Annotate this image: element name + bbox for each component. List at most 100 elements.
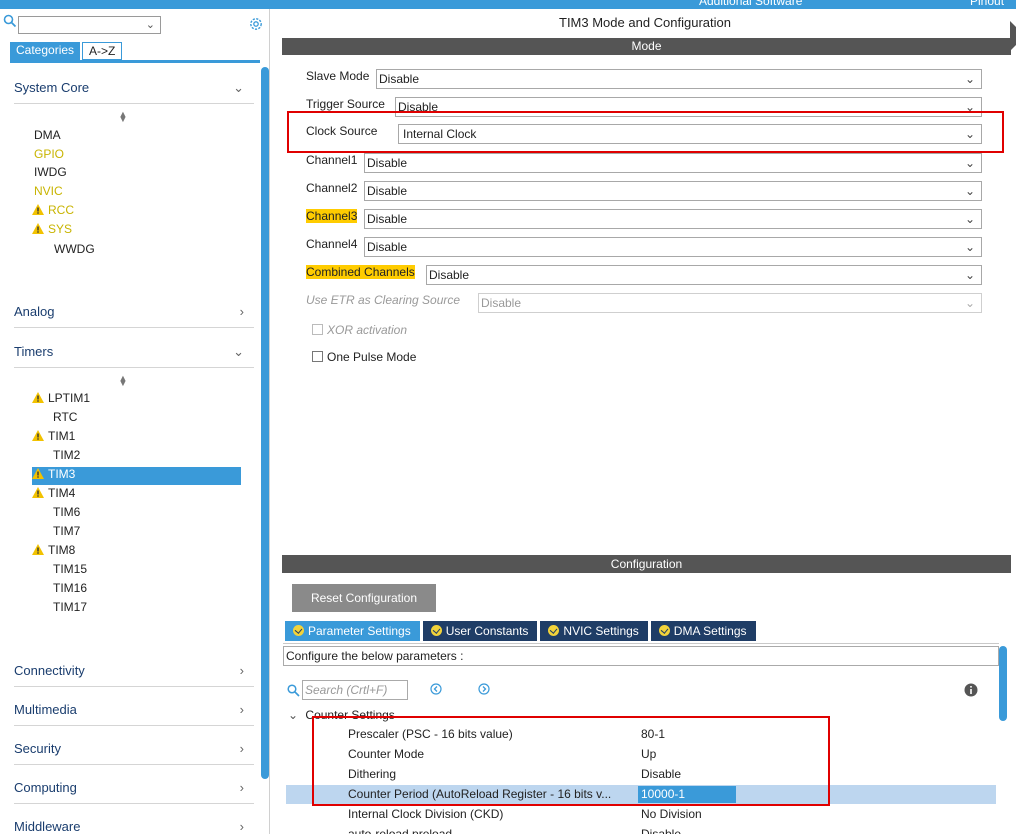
item-label: LPTIM1 [48,391,91,405]
channel1-value: Disable [367,156,408,170]
channel1-select[interactable]: Disable ⌄ [364,153,982,173]
search-icon[interactable] [3,14,17,28]
item-label: RCC [48,203,74,217]
sort-icon[interactable]: ▲ ▼ [118,110,128,124]
param-value[interactable]: Up [641,745,656,764]
sidebar-item-tim3[interactable]: TIM3 [32,467,241,485]
tab-additional-software[interactable]: Additional Software [699,0,802,8]
tab-parameter-settings[interactable]: Parameter Settings [285,621,420,641]
param-row-counter-mode[interactable]: Counter Mode Up [286,745,996,764]
tab-label: DMA Settings [673,624,747,638]
check-circle-icon [430,625,442,636]
tab-pinout[interactable]: Pinout [970,0,1004,8]
tab-a-to-z[interactable]: A->Z [82,42,123,60]
param-row-clock-division[interactable]: Internal Clock Division (CKD) No Divisio… [286,805,996,824]
xor-activation-label: XOR activation [327,323,408,337]
param-row-prescaler[interactable]: Prescaler (PSC - 16 bits value) 80-1 [286,725,996,744]
channel4-select[interactable]: Disable ⌄ [364,237,982,257]
tab-label: NVIC Settings [563,624,639,638]
slave-mode-label: Slave Mode [306,69,370,83]
chevron-down-icon: ⌄ [288,708,299,722]
param-row-dithering[interactable]: Dithering Disable [286,765,996,784]
divider [14,725,254,726]
clock-source-value: Internal Clock [403,127,477,141]
chevron-down-icon: ⌄ [964,240,975,254]
sidebar-item-tim15[interactable]: TIM15 [53,562,87,580]
group-security[interactable]: Security › [14,741,244,763]
clock-source-select[interactable]: Internal Clock ⌄ [398,124,982,144]
sidebar-item-tim16[interactable]: TIM16 [53,581,87,599]
tab-user-constants[interactable]: User Constants [422,621,538,641]
trigger-source-select[interactable]: Disable ⌄ [395,97,982,117]
param-value-input[interactable]: 10000-1 [638,786,736,803]
next-match-icon[interactable] [478,683,490,695]
chevron-down-icon: ⌄ [964,127,975,141]
sidebar-item-iwdg[interactable]: IWDG [34,165,67,183]
param-row-auto-reload-preload[interactable]: auto-reload preload Disable [286,825,996,834]
sidebar-item-tim17[interactable]: TIM17 [53,600,87,618]
sidebar-item-gpio[interactable]: GPIO [34,147,64,165]
channel2-select[interactable]: Disable ⌄ [364,181,982,201]
group-analog[interactable]: Analog › [14,304,244,326]
param-name: Dithering [348,767,397,781]
param-row-counter-period[interactable]: Counter Period (AutoReload Register - 16… [286,785,996,804]
group-timers[interactable]: Timers ⌄ [14,344,244,366]
channel4-row: Channel4 Disable ⌄ [306,237,982,257]
group-label: Security [14,741,61,756]
group-computing[interactable]: Computing › [14,780,244,802]
combined-channels-select[interactable]: Disable ⌄ [426,265,982,285]
tab-nvic-settings[interactable]: NVIC Settings [540,621,648,641]
chevron-right-icon: › [239,304,244,319]
search-dropdown[interactable]: ⌄ [18,16,161,34]
sidebar-item-tim7[interactable]: TIM7 [53,524,80,542]
sidebar-item-wwdg[interactable]: WWDG [54,242,95,260]
sidebar-scrollbar[interactable] [261,67,269,779]
slave-mode-select[interactable]: Disable ⌄ [376,69,982,89]
parameter-search-input[interactable]: Search (Crtl+F) [302,680,408,700]
group-label: System Core [14,80,90,95]
param-value[interactable]: No Division [641,805,702,824]
checkbox-box[interactable] [312,351,323,362]
group-multimedia[interactable]: Multimedia › [14,702,244,724]
channel3-select[interactable]: Disable ⌄ [364,209,982,229]
counter-settings-group[interactable]: ⌄ Counter Settings [288,708,395,722]
sidebar-item-sys[interactable]: SYS [32,222,72,240]
group-label: Analog [14,304,55,319]
tab-dma-settings[interactable]: DMA Settings [650,621,756,641]
param-value[interactable]: 80-1 [641,725,665,744]
page-title: TIM3 Mode and Configuration [559,15,731,30]
one-pulse-mode-label: One Pulse Mode [327,350,417,364]
group-middleware[interactable]: Middleware › [14,819,244,834]
sidebar-item-nvic[interactable]: NVIC [34,184,63,202]
info-icon[interactable] [964,683,978,697]
sidebar-item-dma[interactable]: DMA [34,128,61,146]
warning-icon [32,487,44,498]
group-connectivity[interactable]: Connectivity › [14,663,244,685]
group-system-core[interactable]: System Core ⌄ [14,80,244,102]
etr-clearing-value: Disable [481,296,522,310]
sidebar-item-rtc[interactable]: RTC [53,410,77,428]
category-tabs: Categories A->Z [10,42,123,60]
gear-icon[interactable] [248,16,264,32]
divider [14,103,254,104]
parameter-scrollbar[interactable] [999,646,1007,721]
sidebar-item-lptim1[interactable]: LPTIM1 [32,391,90,409]
channel1-row: Channel1 Disable ⌄ [306,153,982,173]
one-pulse-mode-checkbox[interactable]: One Pulse Mode [312,350,416,366]
sidebar-item-tim8[interactable]: TIM8 [32,543,75,561]
sidebar-item-tim1[interactable]: TIM1 [32,429,75,447]
group-label: Connectivity [14,663,85,678]
tab-categories[interactable]: Categories [10,42,81,60]
sort-icon[interactable]: ▲ ▼ [118,374,128,388]
reset-configuration-button[interactable]: Reset Configuration [292,584,436,612]
previous-match-icon[interactable] [430,683,442,695]
channel1-label: Channel1 [306,153,358,167]
search-icon [287,684,300,697]
param-value[interactable]: Disable [641,765,681,784]
sidebar-item-rcc[interactable]: RCC [32,203,74,221]
sidebar-item-tim6[interactable]: TIM6 [53,505,80,523]
sidebar-item-tim2[interactable]: TIM2 [53,448,80,466]
counter-settings-label: Counter Settings [305,708,395,722]
sidebar-item-tim4[interactable]: TIM4 [32,486,75,504]
param-value[interactable]: Disable [641,825,681,834]
